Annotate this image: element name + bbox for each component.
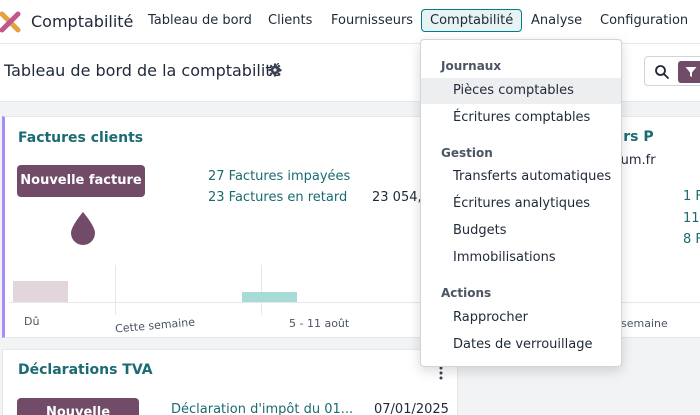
menu-item-journal-entries[interactable]: Pièces comptables <box>421 78 621 104</box>
x-tick-this-week: Cette semaine <box>114 315 196 336</box>
customer-invoices-card: Factures clients Nouvelle facture 27 Fac… <box>2 116 458 338</box>
menu-item-lock-dates[interactable]: Dates de verrouillage <box>421 332 621 358</box>
unpaid-invoices-link[interactable]: 27 Factures impayées <box>208 169 350 184</box>
menu-reporting[interactable]: Analyse <box>531 13 582 28</box>
accounting-app-icon[interactable] <box>0 10 22 34</box>
tva-returns-card: Déclarations TVA Nouvelle Déclaration d'… <box>2 349 458 415</box>
filter-icon <box>685 67 697 77</box>
gear-icon[interactable] <box>268 63 282 77</box>
new-invoice-button[interactable]: Nouvelle facture <box>17 165 145 197</box>
dropdown-header-management: Gestion <box>441 146 493 160</box>
search-icon[interactable] <box>654 64 670 80</box>
page-title: Tableau de bord de la comptabilité <box>4 61 282 80</box>
chart-bar-week[interactable] <box>242 292 297 302</box>
menu-customers[interactable]: Clients <box>268 13 312 28</box>
x-tick-aug: 5 - 11 août <box>289 317 350 330</box>
card-title[interactable]: Déclarations TVA <box>18 362 153 378</box>
vendor-stat-link[interactable]: 8 F <box>683 232 700 247</box>
new-tva-button[interactable]: Nouvelle <box>17 398 139 415</box>
dropdown-header-actions: Actions <box>441 286 492 300</box>
declaration-date: 07/01/2025 <box>374 402 449 415</box>
x-tick-due: Dû <box>24 315 40 328</box>
search-bar[interactable] <box>644 56 700 86</box>
drop-icon <box>71 212 95 245</box>
card-title[interactable]: Factures clients <box>18 130 143 146</box>
accounting-dropdown-menu: Journaux Pièces comptables Écritures com… <box>420 39 622 367</box>
chart-separator <box>261 265 262 315</box>
menu-item-automatic-transfers[interactable]: Transferts automatiques <box>421 164 621 190</box>
menu-dashboard[interactable]: Tableau de bord <box>148 13 252 28</box>
tax-declaration-link[interactable]: Déclaration d'impôt du 01... <box>171 402 353 415</box>
chart-baseline <box>9 302 457 303</box>
vendor-stat-link[interactable]: 11 <box>683 211 700 226</box>
menu-configuration[interactable]: Configuration <box>600 13 688 28</box>
chart-separator <box>115 265 116 315</box>
vendor-stat-link[interactable]: 1 F <box>683 189 700 204</box>
menu-accounting[interactable]: Comptabilité <box>421 9 523 32</box>
menu-item-assets[interactable]: Immobilisations <box>421 245 621 271</box>
top-navbar: Comptabilité Tableau de bord Clients Fou… <box>0 0 700 44</box>
chart-bar-due[interactable] <box>13 281 68 302</box>
kebab-menu-icon[interactable] <box>439 366 443 380</box>
app-name[interactable]: Comptabilité <box>31 12 133 31</box>
filter-button[interactable] <box>678 61 700 83</box>
menu-item-reconcile[interactable]: Rapprocher <box>421 305 621 331</box>
menu-vendors[interactable]: Fournisseurs <box>331 13 413 28</box>
dropdown-header-journals: Journaux <box>441 59 502 73</box>
menu-item-budgets[interactable]: Budgets <box>421 218 621 244</box>
menu-item-analytic-items[interactable]: Écritures analytiques <box>421 191 621 217</box>
vendor-email: ium.fr <box>617 153 656 168</box>
menu-item-journal-items[interactable]: Écritures comptables <box>421 105 621 131</box>
x-tick-week: semaine <box>621 317 668 330</box>
late-invoices-link[interactable]: 23 Factures en retard <box>208 190 347 205</box>
